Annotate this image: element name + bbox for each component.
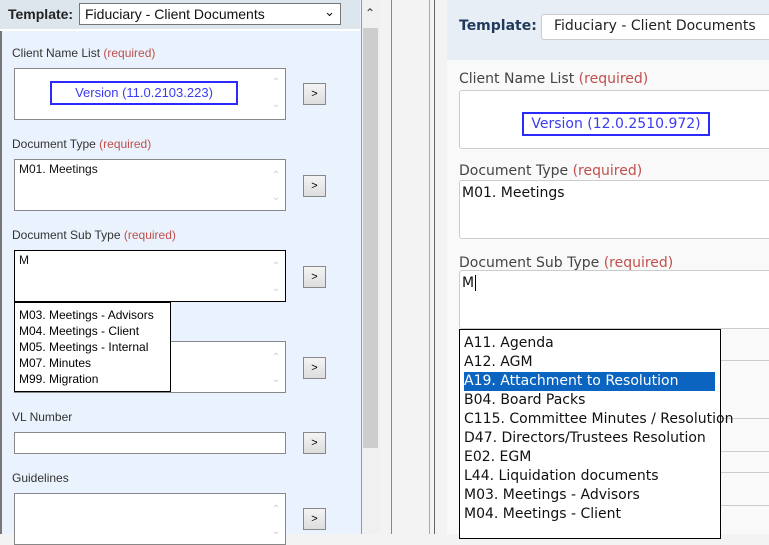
scroll-up-icon[interactable]: ⌃	[269, 77, 283, 89]
sub-type-field[interactable]: M	[459, 270, 769, 329]
hidden-field-add-button[interactable]: >	[303, 357, 326, 379]
dropdown-option[interactable]: M99. Migration	[19, 371, 166, 387]
dropdown-option[interactable]: A12. AGM	[464, 353, 716, 372]
divider	[721, 451, 769, 452]
divider	[429, 0, 430, 534]
template-label: Template:	[8, 6, 74, 22]
vl-number-add-button[interactable]: >	[303, 432, 326, 454]
client-name-label: Client Name List (required)	[459, 71, 649, 87]
scrollbar-thumb[interactable]	[363, 28, 378, 448]
dropdown-option[interactable]: M03. Meetings - Advisors	[464, 486, 716, 505]
vl-number-label: VL Number	[12, 410, 73, 424]
sub-type-autocomplete[interactable]: M03. Meetings - Advisors M04. Meetings -…	[14, 302, 171, 392]
document-type-add-button[interactable]: >	[303, 175, 326, 197]
scroll-down-icon[interactable]: ⌄	[269, 99, 283, 111]
template-select[interactable]: Fiduciary - Client Documents ⌄	[79, 3, 341, 25]
guidelines-add-button[interactable]: >	[303, 508, 326, 530]
dropdown-option[interactable]: A11. Agenda	[464, 334, 716, 353]
scroll-up-icon[interactable]: ⌃	[269, 352, 283, 364]
scroll-down-icon[interactable]: ⌄	[269, 192, 283, 204]
dropdown-option[interactable]: M07. Minutes	[19, 355, 166, 371]
dropdown-option[interactable]: E02. EGM	[464, 448, 716, 467]
scroll-up-icon[interactable]: ⌃	[269, 504, 283, 516]
sub-type-label: Document Sub Type (required)	[459, 255, 674, 271]
document-type-label: Document Type (required)	[459, 163, 643, 179]
guidelines-label: Guidelines	[12, 471, 69, 485]
sub-type-field[interactable]: M ⌃ ⌄	[14, 250, 286, 302]
document-type-field[interactable]: M01. Meetings ⌃ ⌄	[14, 159, 286, 211]
scroll-down-icon[interactable]: ⌄	[269, 526, 283, 538]
scroll-down-icon[interactable]: ⌄	[269, 283, 283, 295]
client-name-label: Client Name List (required)	[12, 46, 156, 60]
template-select[interactable]: Fiduciary - Client Documents	[541, 14, 769, 40]
dropdown-option[interactable]: M04. Meetings - Client	[19, 323, 166, 339]
version-label: Version (12.0.2510.972)	[522, 112, 710, 136]
scroll-up-icon[interactable]: ⌃	[269, 261, 283, 273]
template-label: Template:	[459, 18, 537, 34]
scroll-up-icon[interactable]: ⌃	[365, 6, 375, 20]
divider	[721, 472, 769, 473]
sub-type-add-button[interactable]: >	[303, 266, 326, 288]
document-type-field[interactable]: M01. Meetings	[459, 180, 769, 239]
chevron-down-icon: ⌄	[324, 4, 335, 19]
divider	[721, 360, 769, 361]
dropdown-option-selected[interactable]: A19. Attachment to Resolution	[464, 372, 715, 391]
sub-type-autocomplete[interactable]: A11. Agenda A12. AGM A19. Attachment to …	[459, 329, 733, 539]
vl-number-input[interactable]	[14, 432, 286, 454]
dropdown-option[interactable]: M05. Meetings - Internal	[19, 339, 166, 355]
version-label: Version (11.0.2103.223)	[50, 81, 238, 105]
dropdown-option[interactable]: M04. Meetings - Client	[464, 505, 716, 524]
divider	[434, 0, 435, 534]
dropdown-option[interactable]: L44. Liquidation documents	[464, 467, 716, 486]
guidelines-field[interactable]: ⌃ ⌄	[14, 493, 286, 545]
client-name-add-button[interactable]: >	[303, 83, 326, 105]
scroll-up-icon[interactable]: ⌃	[269, 170, 283, 182]
sub-type-label: Document Sub Type (required)	[12, 228, 176, 242]
dropdown-option[interactable]: C115. Committee Minutes / Resolution	[464, 410, 733, 429]
dropdown-option[interactable]: M03. Meetings - Advisors	[19, 307, 166, 323]
scroll-down-icon[interactable]: ⌄	[269, 374, 283, 386]
dropdown-option[interactable]: D47. Directors/Trustees Resolution	[464, 429, 716, 448]
template-value: Fiduciary - Client Documents	[85, 6, 265, 22]
divider	[391, 0, 392, 534]
dropdown-option[interactable]: B04. Board Packs	[464, 391, 716, 410]
document-type-label: Document Type (required)	[12, 137, 152, 151]
divider	[721, 505, 769, 506]
